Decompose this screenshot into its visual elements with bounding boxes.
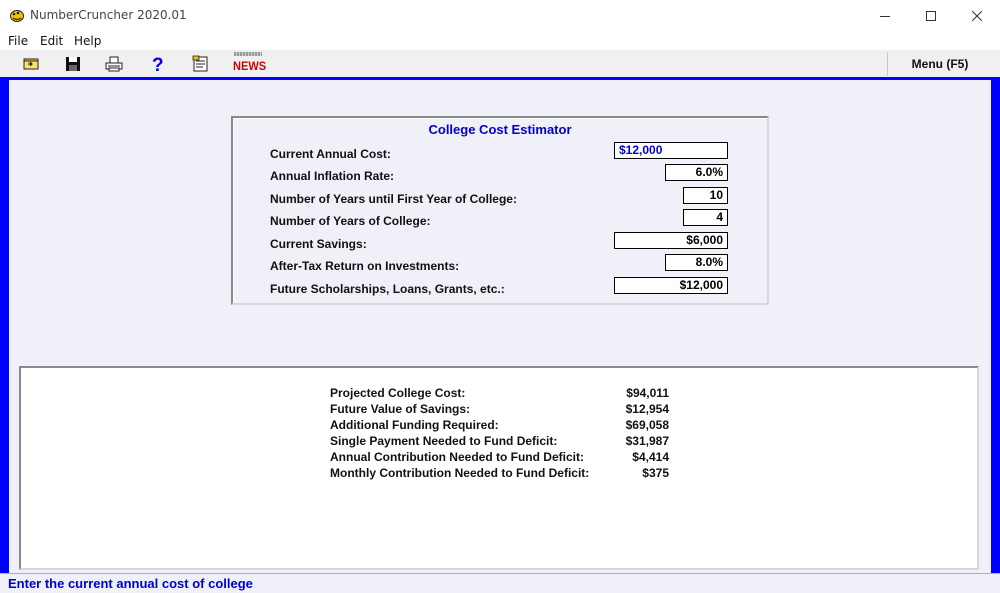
estimator-panel: College Cost Estimator Current Annual Co… <box>231 116 769 305</box>
result-label-additional-funding: Additional Funding Required: <box>330 418 499 432</box>
toolbar-separator <box>887 52 888 76</box>
title-bar: NumberCruncher 2020.01 <box>0 0 1000 31</box>
news-label: NEWS <box>233 59 267 73</box>
result-value-additional-funding: $69,058 <box>625 418 669 432</box>
results-panel: Projected College Cost: $94,011 Future V… <box>19 366 979 570</box>
menu-f5-button[interactable]: Menu (F5) <box>890 52 990 76</box>
result-label-annual-contribution: Annual Contribution Needed to Fund Defic… <box>330 450 584 464</box>
result-label-projected-cost: Projected College Cost: <box>330 386 466 400</box>
menu-help[interactable]: Help <box>74 34 101 48</box>
years-until-college-input[interactable]: 10 <box>683 187 728 204</box>
result-value-future-value-savings: $12,954 <box>625 402 669 416</box>
menu-file[interactable]: File <box>8 34 28 48</box>
current-annual-cost-input[interactable]: $12,000 <box>614 142 728 159</box>
open-icon[interactable] <box>22 54 42 74</box>
field-label-years-until-college: Number of Years until First Year of Coll… <box>270 192 517 206</box>
scholarships-input[interactable]: $12,000 <box>614 277 728 294</box>
result-label-future-value-savings: Future Value of Savings: <box>330 402 471 416</box>
minimize-button[interactable] <box>862 0 908 31</box>
frame-left <box>0 77 9 573</box>
inflation-rate-input[interactable]: 6.0% <box>665 164 728 181</box>
news-button[interactable]: NEWS <box>232 51 266 75</box>
result-value-annual-contribution: $4,414 <box>632 450 669 464</box>
frame-right <box>991 77 1000 573</box>
field-label-after-tax-return: After-Tax Return on Investments: <box>270 259 460 273</box>
result-value-single-payment: $31,987 <box>625 434 669 448</box>
help-icon[interactable]: ? <box>148 54 168 74</box>
close-button[interactable] <box>954 0 1000 31</box>
print-icon[interactable] <box>104 54 124 74</box>
save-icon[interactable] <box>63 54 83 74</box>
field-label-current-savings: Current Savings: <box>270 237 367 251</box>
current-savings-input[interactable]: $6,000 <box>614 232 728 249</box>
maximize-button[interactable] <box>908 0 954 31</box>
svg-text:?: ? <box>152 55 164 73</box>
menu-edit[interactable]: Edit <box>40 34 63 48</box>
field-label-current-annual-cost: Current Annual Cost: <box>270 147 391 161</box>
minimize-icon <box>880 15 890 17</box>
news-banner-icon <box>234 52 262 56</box>
maximize-icon <box>926 10 936 21</box>
result-value-projected-cost: $94,011 <box>626 386 669 400</box>
menu-bar: File Edit Help <box>0 31 1000 50</box>
notes-icon[interactable] <box>191 54 211 74</box>
status-text: Enter the current annual cost of college <box>8 576 253 591</box>
window-title: NumberCruncher 2020.01 <box>30 8 187 22</box>
close-icon <box>972 10 982 21</box>
result-value-monthly-contribution: $375 <box>642 466 669 480</box>
field-label-inflation-rate: Annual Inflation Rate: <box>270 169 394 183</box>
result-label-single-payment: Single Payment Needed to Fund Deficit: <box>330 434 558 448</box>
field-label-years-of-college: Number of Years of College: <box>270 214 431 228</box>
status-bar: Enter the current annual cost of college <box>0 573 1000 593</box>
after-tax-return-input[interactable]: 8.0% <box>665 254 728 271</box>
app-icon <box>9 8 25 23</box>
years-of-college-input[interactable]: 4 <box>683 209 728 226</box>
panel-title: College Cost Estimator <box>428 122 572 137</box>
field-label-scholarships: Future Scholarships, Loans, Grants, etc.… <box>270 282 505 296</box>
result-label-monthly-contribution: Monthly Contribution Needed to Fund Defi… <box>330 466 590 480</box>
